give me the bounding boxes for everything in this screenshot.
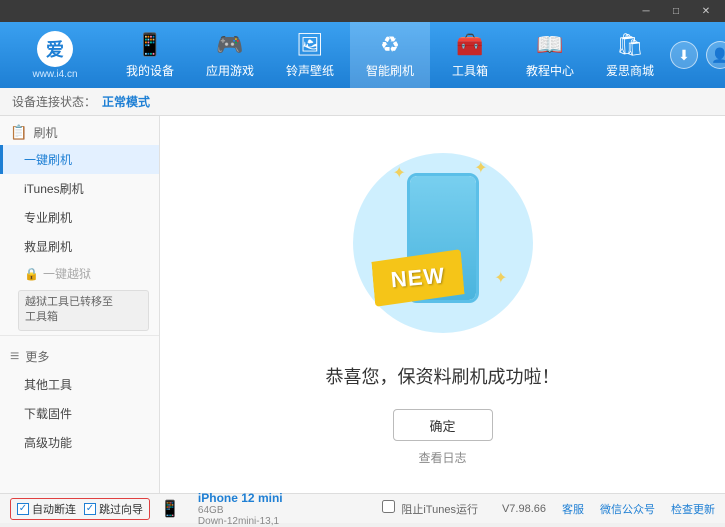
more-section-icon: ≡ (10, 348, 19, 366)
nav-wei-store[interactable]: 🛍 爱思商城 (590, 22, 670, 88)
nav-wallpaper-label: 铃声壁纸 (286, 62, 334, 79)
sidebar: 📋 刷机 一键刷机 iTunes刷机 专业刷机 救显刷机 🔒 一键越狱 越狱工具… (0, 116, 160, 493)
nav-my-device-icon: 📱 (136, 32, 163, 58)
header: 爱 www.i4.cn 📱 我的设备 🎮 应用游戏 🖼 铃声壁纸 ♻ 智能刷机 (0, 22, 725, 88)
nav-apps-icon: 🎮 (216, 32, 243, 58)
nav-wei-store-icon: 🛍 (616, 32, 644, 58)
logo-tagline: www.i4.cn (32, 69, 77, 80)
version-label: V7.98.66 (502, 503, 546, 515)
nav-items: 📱 我的设备 🎮 应用游戏 🖼 铃声壁纸 ♻ 智能刷机 🧰 工具箱 📖 教 (110, 22, 670, 88)
nav-my-device-label: 我的设备 (126, 62, 174, 79)
sparkle-2: ✦ (474, 158, 487, 178)
auto-dismiss-label: 自动断连 (32, 501, 76, 517)
skip-wizard-checkbox[interactable]: ✓ (84, 503, 96, 515)
bottom-bar: ✓ 自动断连 ✓ 跳过向导 📱 iPhone 12 mini 64GB Down… (0, 493, 725, 523)
wechat-link[interactable]: 微信公众号 (600, 501, 655, 517)
sidebar-item-pro-flash[interactable]: 专业刷机 (0, 203, 159, 232)
download-button[interactable]: ⬇ (670, 41, 698, 69)
sidebar-section-more: ≡ 更多 (0, 340, 159, 370)
sidebar-item-download-firmware[interactable]: 下载固件 (0, 399, 159, 428)
sidebar-item-advanced[interactable]: 高级功能 (0, 428, 159, 457)
stop-itunes-checkbox-area: 阻止iTunes运行 (382, 500, 478, 517)
user-button[interactable]: 👤 (706, 41, 725, 69)
checkbox-skip-wizard[interactable]: ✓ 跳过向导 (84, 501, 143, 517)
new-badge-text: NEW (389, 263, 445, 294)
logo-circle: 爱 (37, 31, 73, 67)
check-update-link[interactable]: 检查更新 (671, 501, 715, 517)
nav-smart-flash-label: 智能刷机 (366, 62, 414, 79)
flash-section-icon: 📋 (10, 124, 27, 141)
confirm-button[interactable]: 确定 (393, 409, 493, 441)
nav-apps-label: 应用游戏 (206, 62, 254, 79)
flash-section-label: 刷机 (33, 124, 57, 141)
nav-tutorial-label: 教程中心 (526, 62, 574, 79)
device-icon: 📱 (160, 499, 180, 519)
sidebar-item-one-key-flash[interactable]: 一键刷机 (0, 145, 159, 174)
bottom-right: 阻止iTunes运行 V7.98.66 客服 微信公众号 检查更新 (382, 500, 715, 517)
lock-icon: 🔒 (24, 267, 39, 281)
sidebar-divider (0, 335, 159, 336)
nav-wei-store-label: 爱思商城 (606, 62, 654, 79)
header-right: ⬇ 👤 (670, 41, 725, 69)
success-illustration: ✦ ✦ ✦ NEW (343, 143, 543, 343)
status-value: 正常模式 (102, 93, 150, 110)
nav-toolbox-icon: 🧰 (456, 32, 483, 58)
status-bar: 设备连接状态： 正常模式 (0, 88, 725, 116)
stop-itunes-checkbox[interactable] (382, 500, 395, 513)
status-label: 设备连接状态： (12, 93, 96, 110)
sidebar-item-other-tools[interactable]: 其他工具 (0, 370, 159, 399)
nav-apps-games[interactable]: 🎮 应用游戏 (190, 22, 270, 88)
nav-wallpaper[interactable]: 🖼 铃声壁纸 (270, 22, 350, 88)
sparkle-1: ✦ (393, 163, 406, 183)
nav-smart-flash[interactable]: ♻ 智能刷机 (350, 22, 430, 88)
more-section-label: 更多 (25, 348, 49, 365)
title-bar: ─ □ ✕ (0, 0, 725, 22)
sidebar-jailbreak-note: 越狱工具已转移至 工具箱 (18, 290, 149, 331)
stop-itunes-label: 阻止iTunes运行 (401, 504, 478, 516)
sidebar-item-recovery-flash[interactable]: 救显刷机 (0, 232, 159, 261)
nav-tutorial-icon: 📖 (536, 32, 563, 58)
checkbox-group: ✓ 自动断连 ✓ 跳过向导 (10, 498, 150, 520)
device-storage: 64GB (198, 505, 283, 516)
sidebar-section-flash: 📋 刷机 (0, 116, 159, 145)
close-button[interactable]: ✕ (691, 0, 721, 22)
logo-area: 爱 www.i4.cn (0, 22, 110, 88)
nav-tutorial[interactable]: 📖 教程中心 (510, 22, 590, 88)
sidebar-item-itunes-flash[interactable]: iTunes刷机 (0, 174, 159, 203)
maximize-button[interactable]: □ (661, 0, 691, 22)
nav-my-device[interactable]: 📱 我的设备 (110, 22, 190, 88)
nav-toolbox[interactable]: 🧰 工具箱 (430, 22, 510, 88)
nav-toolbox-label: 工具箱 (452, 62, 488, 79)
nav-smart-flash-icon: ♻ (380, 32, 400, 58)
device-firmware: Down-12mini-13,1 (198, 516, 283, 527)
device-info: iPhone 12 mini 64GB Down-12mini-13,1 (198, 491, 283, 527)
view-log-link[interactable]: 查看日志 (418, 449, 466, 466)
checkbox-auto-dismiss[interactable]: ✓ 自动断连 (17, 501, 76, 517)
logo-icon: 爱 (46, 36, 64, 62)
service-link[interactable]: 客服 (562, 501, 584, 517)
minimize-button[interactable]: ─ (631, 0, 661, 22)
sparkle-3: ✦ (494, 268, 507, 288)
skip-wizard-label: 跳过向导 (99, 501, 143, 517)
main-area: 📋 刷机 一键刷机 iTunes刷机 专业刷机 救显刷机 🔒 一键越狱 越狱工具… (0, 116, 725, 493)
sidebar-locked-jailbreak: 🔒 一键越狱 (0, 261, 159, 286)
nav-wallpaper-icon: 🖼 (296, 32, 324, 58)
success-text: 恭喜您，保资料刷机成功啦！ (326, 363, 560, 389)
main-content: ✦ ✦ ✦ NEW 恭喜您，保资料刷机成功啦！ 确定 查看日志 (160, 116, 725, 493)
auto-dismiss-checkbox[interactable]: ✓ (17, 503, 29, 515)
